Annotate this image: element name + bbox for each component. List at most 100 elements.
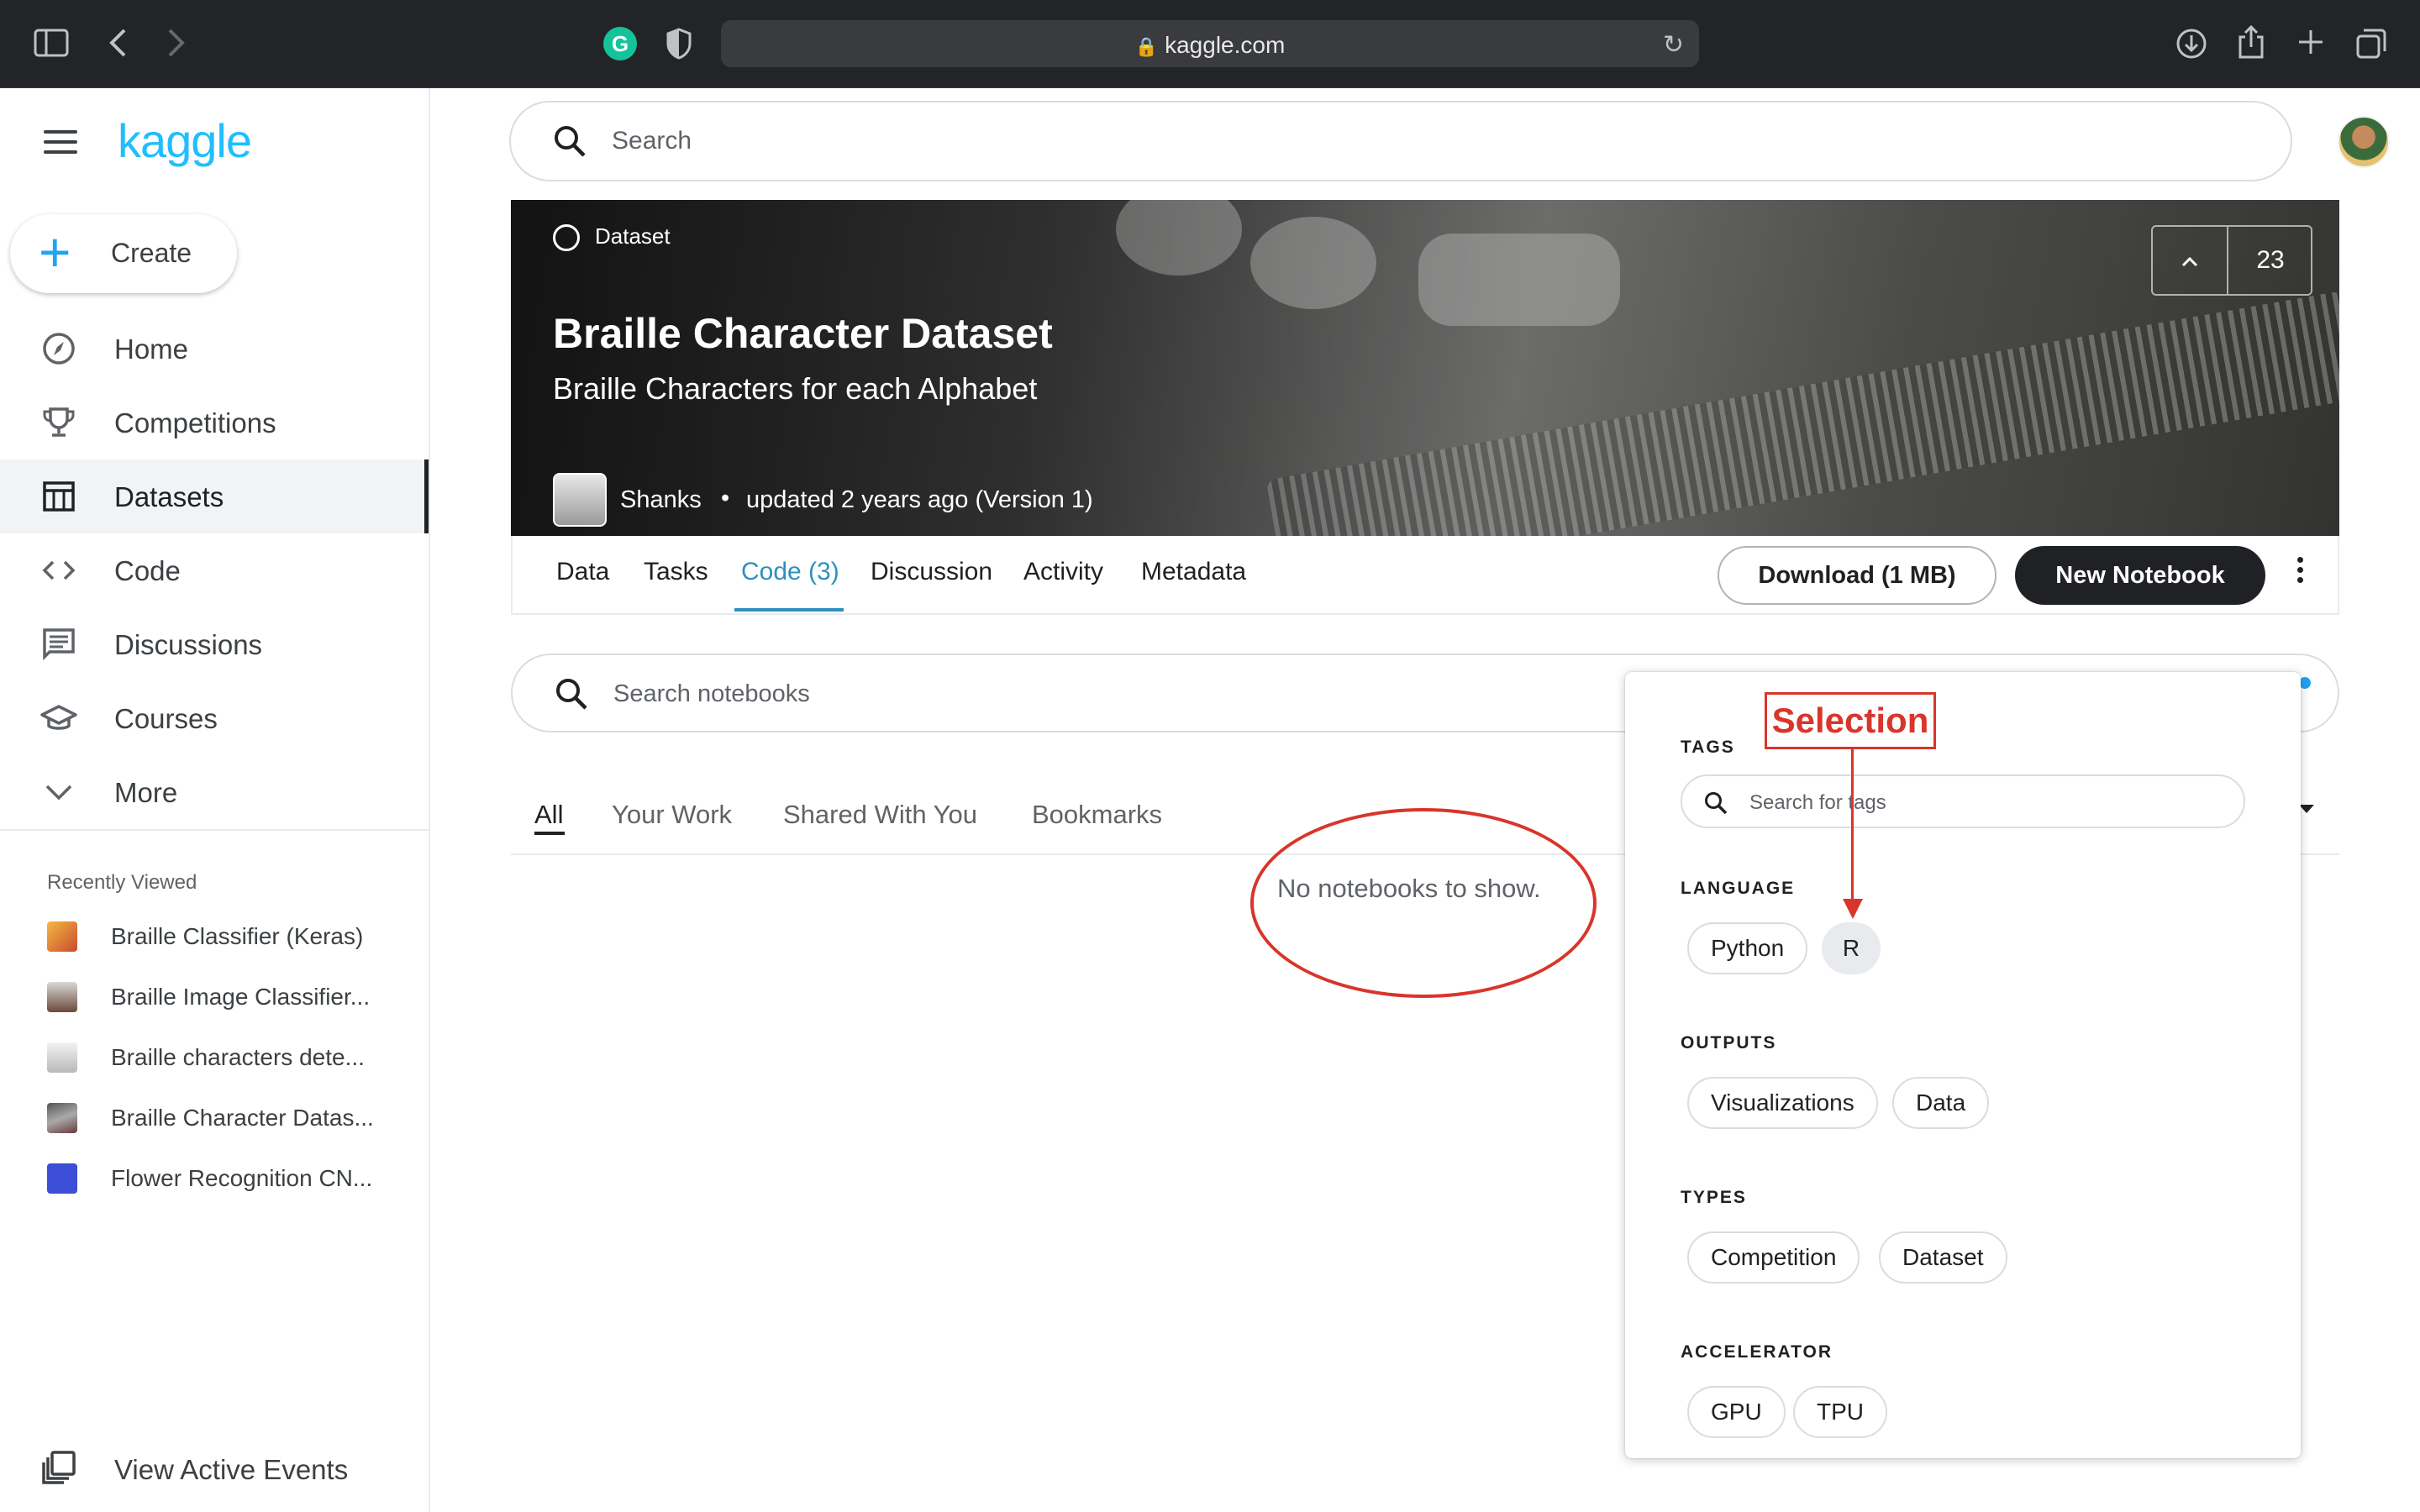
tab-code[interactable]: Code (3) — [741, 558, 839, 586]
sidebar-item-label: Datasets — [114, 481, 224, 512]
sidebar-item-more[interactable]: More — [0, 755, 429, 829]
back-icon[interactable] — [108, 27, 128, 64]
address-bar[interactable]: 🔒 kaggle.com ↻ — [721, 20, 1699, 67]
recent-thumbnail — [47, 1042, 77, 1073]
create-button[interactable]: + Create — [10, 214, 237, 293]
site-search-bar[interactable] — [509, 101, 2292, 181]
types-chip-competition[interactable]: Competition — [1687, 1231, 1860, 1284]
outputs-chip-data[interactable]: Data — [1892, 1077, 1990, 1129]
recent-item[interactable]: Flower Recognition CN... — [0, 1152, 429, 1202]
subtab-your-work[interactable]: Your Work — [612, 800, 732, 830]
recent-item[interactable]: Braille Classifier (Keras) — [0, 910, 429, 960]
search-icon — [551, 123, 588, 160]
more-options-icon[interactable] — [2287, 553, 2312, 595]
tab-tasks[interactable]: Tasks — [644, 558, 708, 586]
sidebar-item-competitions[interactable]: Competitions — [0, 386, 429, 459]
notebook-search-input[interactable] — [613, 677, 1622, 711]
sidebar-divider — [0, 829, 429, 831]
search-input[interactable] — [612, 124, 2208, 158]
tag-search-field[interactable] — [1681, 774, 2245, 828]
download-button[interactable]: Download (1 MB) — [1718, 546, 1996, 605]
hamburger-menu-icon[interactable] — [44, 130, 77, 155]
annotation-label-box: Selection — [1765, 692, 1936, 749]
sidebar-item-label: Competitions — [114, 407, 276, 438]
language-chip-python[interactable]: Python — [1687, 922, 1808, 974]
recent-item-label: Braille characters dete... — [111, 1044, 365, 1070]
dataset-title: Braille Character Dataset — [553, 310, 1053, 357]
upvote-control: 23 — [2151, 225, 2312, 296]
plus-icon: + — [39, 221, 71, 283]
search-icon — [1702, 790, 1729, 816]
sidebar: kaggle + Create Home Competitions Datase… — [0, 88, 430, 1512]
recent-item-label: Braille Image Classifier... — [111, 984, 371, 1010]
recent-item-label: Braille Character Datas... — [111, 1105, 374, 1131]
active-tab-indicator — [734, 608, 844, 612]
compass-icon — [40, 330, 77, 367]
new-tab-icon[interactable] — [2296, 27, 2326, 62]
recent-item[interactable]: Braille Character Datas... — [0, 1091, 429, 1142]
recent-thumbnail — [47, 982, 77, 1012]
download-icon[interactable] — [2175, 27, 2208, 66]
annotation-label: Selection — [1771, 701, 1929, 740]
sidebar-item-courses[interactable]: Courses — [0, 681, 429, 755]
view-active-events-link[interactable]: View Active Events — [0, 1441, 429, 1499]
shield-icon[interactable] — [666, 27, 692, 66]
outputs-heading: OUTPUTS — [1681, 1033, 1777, 1053]
tab-discussion[interactable]: Discussion — [871, 558, 992, 586]
owner-avatar[interactable] — [553, 473, 607, 527]
code-icon — [40, 552, 77, 589]
sidebar-item-label: Home — [114, 333, 189, 365]
sidebar-item-label: Code — [114, 555, 181, 586]
new-notebook-button[interactable]: New Notebook — [2015, 546, 2265, 605]
sort-dropdown-caret-icon[interactable] — [2299, 805, 2314, 813]
recent-item-label: Braille Classifier (Keras) — [111, 923, 364, 949]
outputs-chip-visualizations[interactable]: Visualizations — [1687, 1077, 1878, 1129]
chevron-down-icon — [40, 774, 77, 811]
separator-dot: • — [721, 485, 730, 512]
types-chip-dataset[interactable]: Dataset — [1879, 1231, 2007, 1284]
sidebar-item-discussions[interactable]: Discussions — [0, 607, 429, 681]
sidebar-item-label: More — [114, 777, 178, 808]
tab-data[interactable]: Data — [556, 558, 609, 586]
types-heading: TYPES — [1681, 1188, 1747, 1207]
owner-name[interactable]: Shanks — [620, 486, 702, 514]
events-icon — [40, 1449, 77, 1486]
sidebar-toggle-icon[interactable] — [34, 29, 69, 62]
reload-icon[interactable]: ↻ — [1663, 30, 1684, 60]
tags-heading: TAGS — [1681, 738, 1735, 757]
tab-metadata[interactable]: Metadata — [1141, 558, 1246, 586]
dataset-type-label: Dataset — [553, 223, 671, 252]
upvote-button[interactable] — [2153, 227, 2228, 294]
tab-activity[interactable]: Activity — [1023, 558, 1103, 586]
forward-icon[interactable] — [166, 27, 187, 64]
subtab-all[interactable]: All — [534, 800, 563, 830]
subtab-shared-with-you[interactable]: Shared With You — [783, 800, 977, 830]
recent-item-label: Flower Recognition CN... — [111, 1165, 373, 1191]
trophy-icon — [40, 404, 77, 441]
comments-icon — [40, 626, 77, 663]
accelerator-chip-gpu[interactable]: GPU — [1687, 1386, 1786, 1438]
lock-icon: 🔒 — [1134, 36, 1159, 57]
sidebar-item-home[interactable]: Home — [0, 312, 429, 386]
sidebar-item-label: Courses — [114, 703, 218, 734]
graduation-cap-icon — [40, 700, 77, 737]
recent-item[interactable]: Braille Image Classifier... — [0, 970, 429, 1021]
sidebar-item-code[interactable]: Code — [0, 533, 429, 607]
tab-overview-icon[interactable] — [2354, 27, 2388, 66]
url-host: kaggle.com — [1165, 32, 1286, 58]
upvote-count: 23 — [2256, 246, 2285, 274]
subtab-bookmarks[interactable]: Bookmarks — [1032, 800, 1162, 830]
kaggle-logo[interactable]: kaggle — [118, 113, 252, 168]
dataset-subtitle: Braille Characters for each Alphabet — [553, 371, 1038, 406]
share-icon[interactable] — [2237, 24, 2265, 66]
active-subtab-indicator — [534, 832, 565, 835]
user-avatar[interactable] — [2338, 116, 2390, 168]
banner-shade — [511, 200, 2339, 536]
tag-search-input[interactable] — [1749, 790, 2220, 816]
accelerator-chip-tpu[interactable]: TPU — [1793, 1386, 1887, 1438]
sidebar-item-datasets[interactable]: Datasets — [0, 459, 429, 533]
browser-toolbar: G 🔒 kaggle.com ↻ — [0, 0, 2420, 88]
recent-item[interactable]: Braille characters dete... — [0, 1031, 429, 1081]
grammarly-icon[interactable]: G — [603, 27, 637, 60]
language-chip-r[interactable]: R — [1822, 922, 1881, 974]
